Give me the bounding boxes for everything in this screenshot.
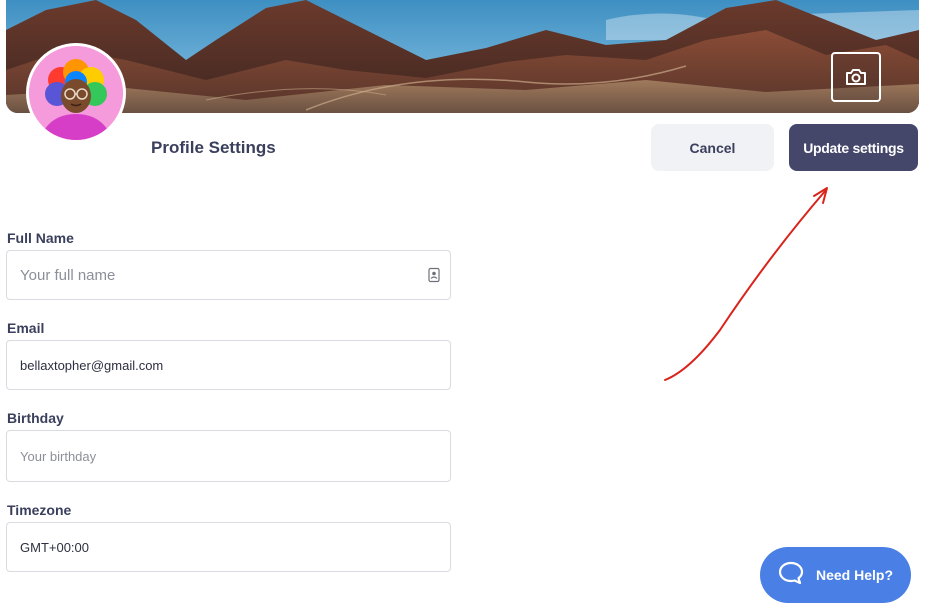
birthday-input[interactable] [20,448,410,464]
timezone-field[interactable] [6,522,451,572]
cover-photo [6,0,919,113]
need-help-label: Need Help? [816,567,894,583]
birthday-label: Birthday [7,410,64,426]
need-help-button[interactable]: Need Help? [760,547,911,603]
update-settings-button[interactable]: Update settings [789,124,918,171]
profile-settings-page: Profile Settings Cancel Update settings … [0,0,927,603]
full-name-input[interactable] [20,266,410,284]
change-cover-button[interactable] [831,52,881,102]
avatar[interactable] [26,43,126,143]
timezone-input[interactable] [20,539,410,555]
page-title: Profile Settings [151,138,276,157]
chat-bubble-icon [778,561,804,590]
full-name-label: Full Name [7,230,74,246]
birthday-field[interactable] [6,430,451,482]
email-label: Email [7,320,45,336]
full-name-field[interactable] [6,250,451,300]
camera-icon [845,68,867,86]
email-input[interactable] [20,357,410,373]
timezone-label: Timezone [7,502,72,518]
contact-card-icon [428,267,440,283]
email-field[interactable] [6,340,451,390]
cancel-button[interactable]: Cancel [651,124,774,171]
